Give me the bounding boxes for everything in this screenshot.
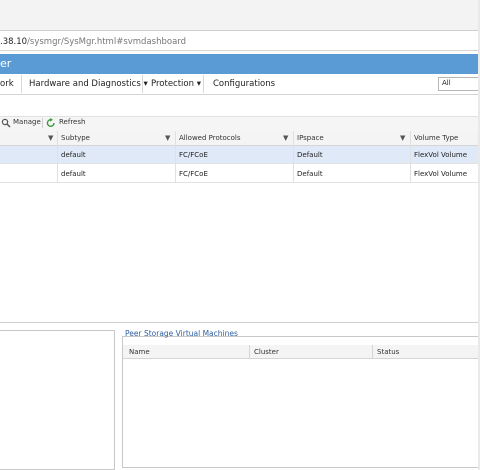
menu-separator — [142, 75, 143, 93]
column-divider — [293, 131, 294, 183]
peer-table-header — [123, 345, 480, 359]
app-banner — [0, 54, 480, 74]
cell-volume-type: FlexVol Volume — [414, 170, 468, 178]
column-header-volume-type[interactable]: Volume Type — [414, 134, 458, 142]
filter-icon[interactable]: ▼ — [165, 134, 170, 142]
browser-top-bar — [0, 0, 480, 31]
column-divider — [57, 131, 58, 183]
cell-ipspace: Default — [297, 151, 323, 159]
cell-allowed-protocols: FC/FCoE — [179, 151, 208, 159]
column-header-allowed-protocols[interactable]: Allowed Protocols — [179, 134, 241, 142]
peer-column-header-name[interactable]: Name — [129, 348, 150, 356]
url-host: .38.10 — [0, 37, 28, 47]
cell-ipspace: Default — [297, 170, 323, 178]
filter-icon[interactable]: ▼ — [283, 134, 288, 142]
cell-subtype: default — [61, 170, 86, 178]
menu-protection[interactable]: Protection ▾ — [151, 79, 201, 89]
peer-column-header-status[interactable]: Status — [377, 348, 399, 356]
toolbar-separator — [42, 118, 43, 128]
manage-icon — [1, 118, 11, 128]
details-panel — [0, 330, 115, 470]
peer-svm-panel-title: Peer Storage Virtual Machines — [125, 329, 238, 338]
menu-configurations[interactable]: Configurations — [213, 79, 275, 89]
filter-icon[interactable]: ▼ — [48, 134, 53, 142]
filter-icon[interactable]: ▼ — [400, 134, 405, 142]
menu-separator — [21, 75, 22, 93]
address-bar-text: .38.10/sysmgr/SysMgr.html#svmdashboard — [0, 37, 186, 47]
column-divider — [175, 131, 176, 183]
column-divider — [410, 131, 411, 183]
menu-hardware-diagnostics[interactable]: Hardware and Diagnostics ▾ — [29, 79, 148, 89]
cell-allowed-protocols: FC/FCoE — [179, 170, 208, 178]
url-path: /sysmgr/SysMgr.html#svmdashboard — [27, 37, 187, 47]
scope-select-value: All — [442, 79, 451, 87]
column-header-subtype[interactable]: Subtype — [61, 134, 90, 142]
peer-column-header-cluster[interactable]: Cluster — [254, 348, 279, 356]
app-title: er — [0, 57, 12, 70]
splitter[interactable] — [0, 322, 480, 323]
menu-network[interactable]: ork — [0, 79, 14, 89]
manage-button[interactable]: Manage — [13, 118, 41, 126]
cell-subtype: default — [61, 151, 86, 159]
column-header-ipspace[interactable]: IPspace — [297, 134, 324, 142]
menu-separator — [203, 75, 204, 93]
refresh-button[interactable]: Refresh — [59, 118, 85, 126]
cell-volume-type: FlexVol Volume — [414, 151, 468, 159]
column-divider — [372, 345, 373, 359]
column-divider — [249, 345, 250, 359]
scope-select[interactable]: All — [438, 77, 480, 91]
refresh-icon — [46, 118, 55, 127]
